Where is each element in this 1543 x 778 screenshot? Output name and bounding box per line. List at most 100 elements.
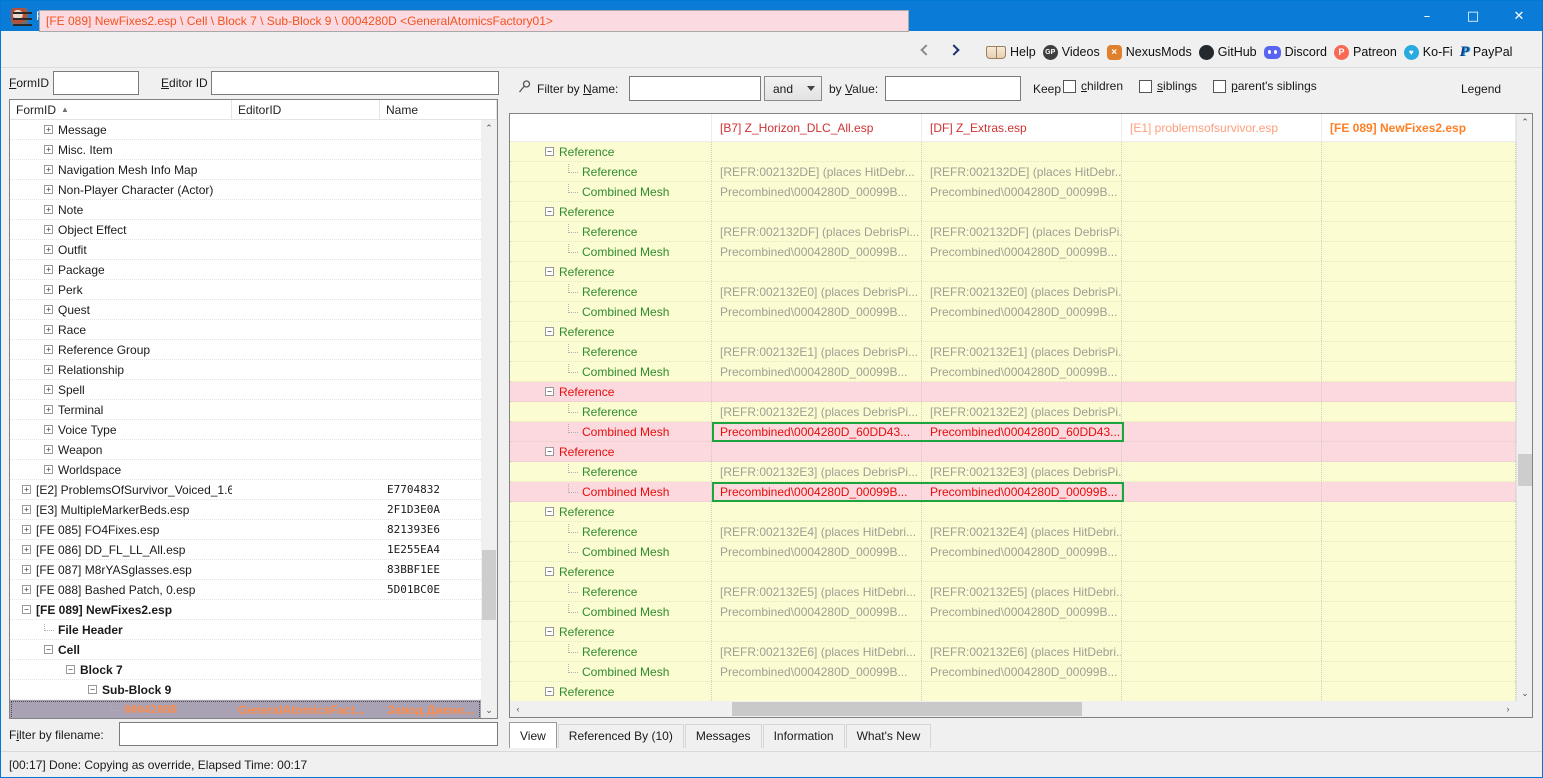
grid-cell[interactable]: Precombined\0004280D_00099B... bbox=[922, 662, 1122, 681]
tree-cell-formid[interactable]: +Reference Group bbox=[10, 343, 232, 357]
grid-group-row[interactable]: −Reference bbox=[510, 502, 1516, 522]
collapse-minus-icon[interactable]: − bbox=[545, 687, 554, 696]
grid-row[interactable]: Combined MeshPrecombined\0004280D_00099B… bbox=[510, 542, 1516, 562]
tree-cell-formid[interactable]: +Race bbox=[10, 323, 232, 337]
expand-plus-icon[interactable]: + bbox=[44, 425, 53, 434]
toolbar-link-patreon[interactable]: PPatreon bbox=[1334, 45, 1397, 60]
tree-row[interactable]: +Note bbox=[10, 200, 481, 220]
grid-tree-cell[interactable]: Reference bbox=[510, 402, 712, 421]
checkbox-icon[interactable] bbox=[1139, 80, 1152, 93]
expand-plus-icon[interactable]: + bbox=[44, 225, 53, 234]
tree-row[interactable]: +Worldspace bbox=[10, 460, 481, 480]
tree-cell-formid[interactable]: +Worldspace bbox=[10, 463, 232, 477]
tab-information[interactable]: Information bbox=[763, 724, 845, 748]
tree-cell-formid[interactable]: +[FE 085] FO4Fixes.esp bbox=[10, 523, 232, 537]
grid-cell[interactable] bbox=[922, 502, 1122, 521]
tree-row[interactable]: −Sub-Block 9 bbox=[10, 680, 481, 700]
tab-view[interactable]: View bbox=[509, 722, 557, 748]
grid-cell[interactable]: [REFR:002132E2] (places DebrisPi... bbox=[712, 402, 922, 421]
tree-row[interactable]: +Spell bbox=[10, 380, 481, 400]
column-header-formid[interactable]: FormID▲ bbox=[10, 100, 232, 119]
expand-plus-icon[interactable]: + bbox=[44, 445, 53, 454]
grid-cell[interactable] bbox=[1322, 622, 1516, 641]
grid-cell[interactable]: [REFR:002132E6] (places HitDebri... bbox=[712, 642, 922, 661]
grid-tree-cell[interactable]: Combined Mesh bbox=[510, 362, 712, 381]
toolbar-link-discord[interactable]: Discord bbox=[1264, 45, 1327, 59]
grid-cell[interactable] bbox=[922, 202, 1122, 221]
grid-column-header[interactable]: [DF] Z_Extras.esp bbox=[922, 114, 1122, 141]
tree-cell-formid[interactable]: −Block 7 bbox=[10, 663, 232, 677]
tree-row[interactable]: +Relationship bbox=[10, 360, 481, 380]
grid-cell[interactable] bbox=[1122, 462, 1322, 481]
collapse-minus-icon[interactable]: − bbox=[22, 605, 31, 614]
tree-cell-name[interactable]: 2F1D3E0A bbox=[380, 503, 481, 516]
keep-checkbox-c[interactable]: children bbox=[1063, 79, 1123, 93]
scroll-down-icon[interactable]: ⌄ bbox=[481, 702, 497, 718]
expand-plus-icon[interactable]: + bbox=[44, 145, 53, 154]
expand-plus-icon[interactable]: + bbox=[44, 405, 53, 414]
filename-filter-input[interactable] bbox=[119, 722, 498, 746]
collapse-minus-icon[interactable]: − bbox=[545, 267, 554, 276]
grid-row[interactable]: Combined MeshPrecombined\0004280D_00099B… bbox=[510, 302, 1516, 322]
pin-icon[interactable] bbox=[517, 79, 532, 95]
grid-cell[interactable] bbox=[1122, 582, 1322, 601]
grid-row[interactable]: Combined MeshPrecombined\0004280D_00099B… bbox=[510, 182, 1516, 202]
grid-cell[interactable] bbox=[712, 442, 922, 461]
right-vertical-scrollbar[interactable]: ⌃ ⌄ bbox=[1516, 114, 1532, 701]
grid-cell[interactable]: Precombined\0004280D_00099B... bbox=[712, 482, 922, 501]
grid-cell[interactable] bbox=[1322, 142, 1516, 161]
tree-cell-formid[interactable]: +Outfit bbox=[10, 243, 232, 257]
tree-cell-formid[interactable]: +[FE 086] DD_FL_LL_All.esp bbox=[10, 543, 232, 557]
maximize-button[interactable]: □ bbox=[1450, 1, 1496, 31]
grid-cell[interactable] bbox=[922, 142, 1122, 161]
tree-cell-formid[interactable]: +Relationship bbox=[10, 363, 232, 377]
tree-row[interactable]: File Header bbox=[10, 620, 481, 640]
grid-column-header[interactable]: [B7] Z_Horizon_DLC_All.esp bbox=[712, 114, 922, 141]
grid-group-row[interactable]: −Reference bbox=[510, 682, 1516, 702]
tree-cell-formid[interactable]: +[FE 088] Bashed Patch, 0.esp bbox=[10, 583, 232, 597]
checkbox-icon[interactable] bbox=[1063, 80, 1076, 93]
grid-cell[interactable] bbox=[1122, 542, 1322, 561]
expand-plus-icon[interactable]: + bbox=[22, 585, 31, 594]
tree-cell-formid[interactable]: +Navigation Mesh Info Map bbox=[10, 163, 232, 177]
menu-icon[interactable] bbox=[13, 12, 32, 26]
tree-cell-formid[interactable]: +[FE 087] M8rYASglasses.esp bbox=[10, 563, 232, 577]
grid-cell[interactable]: Precombined\0004280D_00099B... bbox=[712, 242, 922, 261]
keep-checkbox-s[interactable]: siblings bbox=[1139, 79, 1197, 93]
grid-cell[interactable] bbox=[1322, 462, 1516, 481]
grid-cell[interactable] bbox=[1322, 522, 1516, 541]
grid-tree-cell[interactable]: −Reference bbox=[510, 442, 712, 461]
toolbar-link-nexusmods[interactable]: ×NexusMods bbox=[1107, 45, 1192, 60]
grid-cell[interactable] bbox=[1322, 402, 1516, 421]
grid-cell[interactable]: [REFR:002132E1] (places DebrisPi... bbox=[922, 342, 1122, 361]
grid-tree-cell[interactable]: −Reference bbox=[510, 202, 712, 221]
grid-row[interactable]: Reference[REFR:002132E5] (places HitDebr… bbox=[510, 582, 1516, 602]
tree-cell-formid[interactable]: 0004280D bbox=[10, 703, 232, 716]
grid-cell[interactable] bbox=[1322, 442, 1516, 461]
collapse-minus-icon[interactable]: − bbox=[545, 147, 554, 156]
grid-tree-cell[interactable]: Reference bbox=[510, 522, 712, 541]
grid-cell[interactable] bbox=[1322, 222, 1516, 241]
grid-cell[interactable] bbox=[1322, 582, 1516, 601]
grid-cell[interactable] bbox=[712, 682, 922, 701]
tree-cell-formid[interactable]: +Weapon bbox=[10, 443, 232, 457]
toolbar-link-ko-fi[interactable]: ♥Ko-Fi bbox=[1404, 45, 1453, 60]
expand-plus-icon[interactable]: + bbox=[44, 285, 53, 294]
grid-tree-cell[interactable]: Reference bbox=[510, 222, 712, 241]
tree-cell-name[interactable]: E7704832 bbox=[380, 483, 481, 496]
tree-row[interactable]: +[FE 088] Bashed Patch, 0.esp5D01BC0E bbox=[10, 580, 481, 600]
grid-cell[interactable] bbox=[1322, 342, 1516, 361]
grid-group-row[interactable]: −Reference bbox=[510, 322, 1516, 342]
grid-row[interactable]: Reference[REFR:002132E4] (places HitDebr… bbox=[510, 522, 1516, 542]
expand-plus-icon[interactable]: + bbox=[44, 365, 53, 374]
tree-cell-formid[interactable]: +Note bbox=[10, 203, 232, 217]
grid-tree-cell[interactable]: Combined Mesh bbox=[510, 662, 712, 681]
grid-cell[interactable]: Precombined\0004280D_00099B... bbox=[712, 542, 922, 561]
grid-cell[interactable]: Precombined\0004280D_00099B... bbox=[922, 242, 1122, 261]
grid-tree-cell[interactable]: Reference bbox=[510, 342, 712, 361]
grid-cell[interactable]: [REFR:002132E6] (places HitDebri... bbox=[922, 642, 1122, 661]
grid-cell[interactable] bbox=[1322, 502, 1516, 521]
grid-row[interactable]: Reference[REFR:002132E3] (places DebrisP… bbox=[510, 462, 1516, 482]
expand-plus-icon[interactable]: + bbox=[44, 465, 53, 474]
tree-cell-formid[interactable]: +Non-Player Character (Actor) bbox=[10, 183, 232, 197]
